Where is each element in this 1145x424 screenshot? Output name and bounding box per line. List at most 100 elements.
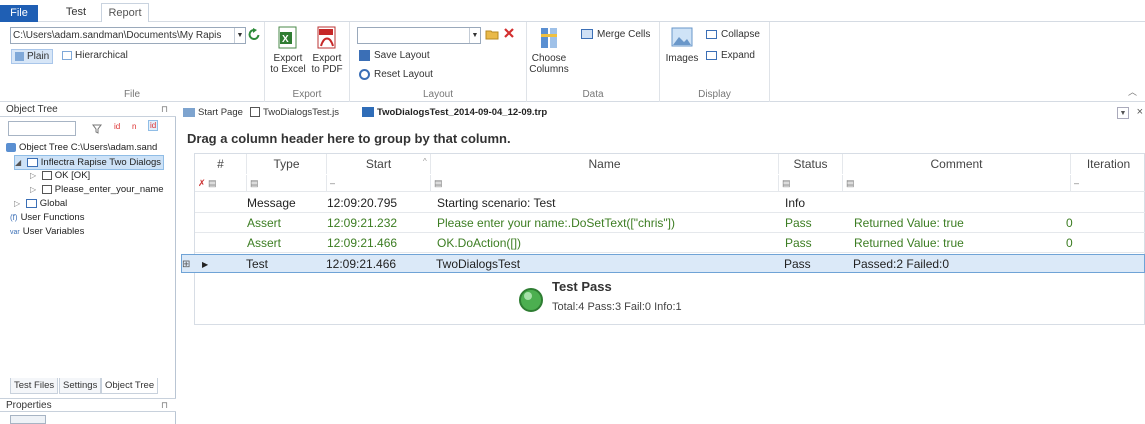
- merge-cells-button[interactable]: Merge Cells: [581, 29, 650, 40]
- export-to-excel-button[interactable]: X Export to Excel: [269, 26, 307, 75]
- filter-cell-type[interactable]: ▤: [247, 175, 327, 192]
- close-icon[interactable]: ×: [1137, 106, 1143, 118]
- tree-root[interactable]: Object Tree C:\Users\adam.sand: [6, 141, 157, 154]
- ribbon-group-display: Images Collapse Expand Display: [660, 22, 770, 102]
- plain-view-button[interactable]: Plain: [11, 49, 54, 64]
- tab-test[interactable]: Test: [58, 3, 94, 22]
- tree-item-app[interactable]: ◢ Inflectra Rapise Two Dialogs: [14, 155, 164, 170]
- reset-icon: [359, 69, 370, 80]
- hierarchical-view-button[interactable]: Hierarchical: [62, 50, 128, 61]
- export-excel-label-2: to Excel: [270, 64, 306, 75]
- expand-plus-icon[interactable]: ⊞: [182, 255, 190, 274]
- filter-cell-name[interactable]: ▤: [431, 175, 779, 192]
- tree-item-user-variables[interactable]: var User Variables: [10, 225, 84, 239]
- column-header-number[interactable]: #: [195, 154, 247, 174]
- filter-cell-comment[interactable]: ▤: [843, 175, 1071, 192]
- table-row[interactable]: Assert 12:09:21.466 OK.DoAction([]) Pass…: [195, 234, 1145, 253]
- filter-id-toggle[interactable]: id: [148, 120, 159, 131]
- object-tree-icon: [6, 142, 16, 152]
- tree-global-label: Global: [39, 198, 68, 209]
- filter-cell-iteration[interactable]: –: [1071, 175, 1145, 192]
- save-layout-button[interactable]: Save Layout: [359, 50, 430, 61]
- table-row[interactable]: Assert 12:09:21.232 Please enter your na…: [195, 214, 1145, 233]
- start-page-icon: [183, 107, 195, 117]
- tab-list-dropdown[interactable]: ▼: [1117, 107, 1129, 119]
- column-header-comment[interactable]: Comment: [843, 154, 1071, 174]
- cell-type: Message: [247, 196, 296, 210]
- refresh-icon[interactable]: [248, 28, 260, 42]
- tab-start-page[interactable]: Start Page: [183, 107, 243, 118]
- filter-cell-number[interactable]: ✗ ▤: [195, 175, 247, 192]
- delete-x-icon[interactable]: [503, 27, 515, 39]
- tab-object-tree[interactable]: Object Tree: [101, 378, 159, 394]
- ribbon: C:\Users\adam.sandman\Documents\My Rapis…: [0, 22, 1145, 102]
- filter-name-button[interactable]: n: [132, 122, 136, 131]
- images-icon: [671, 27, 693, 47]
- tree-item-global[interactable]: ▷ Global: [14, 197, 67, 210]
- cell-status: Info: [785, 196, 806, 210]
- tree-item-user-functions[interactable]: (f) User Functions: [10, 211, 84, 224]
- export-excel-label-1: Export: [273, 53, 303, 64]
- column-header-type[interactable]: Type: [247, 154, 327, 174]
- choose-columns-label-1: Choose: [531, 53, 567, 64]
- tab-script-file[interactable]: TwoDialogsTest.js: [250, 107, 339, 118]
- cell-type: Test: [246, 257, 269, 271]
- tab-settings[interactable]: Settings: [59, 378, 102, 394]
- images-button[interactable]: Images: [662, 26, 702, 64]
- summary-detail: Total:4 Pass:3 Fail:0 Info:1: [552, 301, 682, 313]
- reset-layout-button[interactable]: Reset Layout: [359, 69, 433, 80]
- expand-label: Expand: [721, 50, 755, 61]
- tree-item-ok[interactable]: ▷ OK [OK]: [30, 169, 90, 182]
- ribbon-group-layout: ▼ Save Layout Reset Layout Layout: [350, 22, 527, 102]
- tab-report[interactable]: Report: [101, 3, 149, 22]
- collapse-ribbon-icon[interactable]: ︿: [1128, 85, 1137, 98]
- filter-cell-status[interactable]: ▤: [779, 175, 843, 192]
- expand-button[interactable]: Expand: [706, 50, 755, 61]
- tree-item-please-enter[interactable]: ▷ Please_enter_your_name: [30, 183, 164, 196]
- pdf-icon: [317, 26, 336, 49]
- export-group-label: Export: [292, 89, 322, 100]
- table-row-selected[interactable]: ⊞ ▶ Test 12:09:21.466 TwoDialogsTest Pas…: [181, 254, 1145, 273]
- cell-status: Pass: [785, 216, 812, 230]
- collapsed-arrow-icon: ▷: [30, 171, 37, 180]
- filter-icon[interactable]: [92, 124, 102, 134]
- cell-start: 12:09:21.466: [327, 236, 398, 250]
- filter-id-button[interactable]: id: [114, 122, 120, 131]
- group-by-hint[interactable]: Drag a column header here to group by th…: [187, 131, 511, 146]
- pin-icon[interactable]: ⊓: [161, 399, 168, 412]
- table-row[interactable]: Message 12:09:20.795 Starting scenario: …: [195, 194, 1145, 213]
- filter-cell-start[interactable]: –: [327, 175, 431, 192]
- column-header-start[interactable]: Start: [327, 154, 431, 174]
- cell-iteration: 0: [1066, 216, 1073, 230]
- svg-text:X: X: [282, 34, 289, 45]
- chevron-down-icon[interactable]: ▼: [234, 28, 245, 43]
- layout-group-label: Layout: [422, 89, 454, 100]
- reset-layout-label: Reset Layout: [374, 69, 433, 81]
- excel-icon: X: [278, 26, 297, 49]
- tab-file[interactable]: File: [0, 5, 38, 22]
- tab-test-files[interactable]: Test Files: [10, 378, 59, 394]
- ribbon-group-file: C:\Users\adam.sandman\Documents\My Rapis…: [0, 22, 265, 102]
- data-group-label: Data: [582, 89, 604, 100]
- column-header-iteration[interactable]: Iteration: [1071, 154, 1145, 174]
- report-path-combo[interactable]: C:\Users\adam.sandman\Documents\My Rapis…: [10, 27, 246, 44]
- properties-sort-buttons[interactable]: [10, 415, 46, 424]
- pin-icon[interactable]: ⊓: [161, 103, 168, 116]
- properties-title-text: Properties: [6, 400, 52, 411]
- layout-combo[interactable]: ▼: [357, 27, 481, 44]
- collapse-button[interactable]: Collapse: [706, 29, 760, 40]
- export-to-pdf-button[interactable]: Export to PDF: [309, 26, 345, 75]
- merge-cells-label: Merge Cells: [597, 29, 651, 40]
- object-tree-filter-input[interactable]: [8, 121, 76, 136]
- tab-report-file[interactable]: TwoDialogsTest_2014-09-04_12-09.trp: [362, 107, 547, 118]
- document-tabs: Start Page TwoDialogsTest.js TwoDialogsT…: [180, 105, 1145, 122]
- hierarchical-label: Hierarchical: [75, 50, 128, 61]
- properties-title: Properties ⊓: [0, 398, 176, 412]
- column-header-name[interactable]: Name: [431, 154, 779, 174]
- column-header-status[interactable]: Status: [779, 154, 843, 174]
- choose-columns-button[interactable]: Choose Columns: [527, 26, 571, 75]
- folder-open-icon[interactable]: [485, 28, 499, 40]
- chevron-down-icon[interactable]: ▼: [469, 28, 480, 43]
- expand-arrow-icon: ◢: [15, 158, 22, 167]
- cell-status: Pass: [784, 257, 811, 271]
